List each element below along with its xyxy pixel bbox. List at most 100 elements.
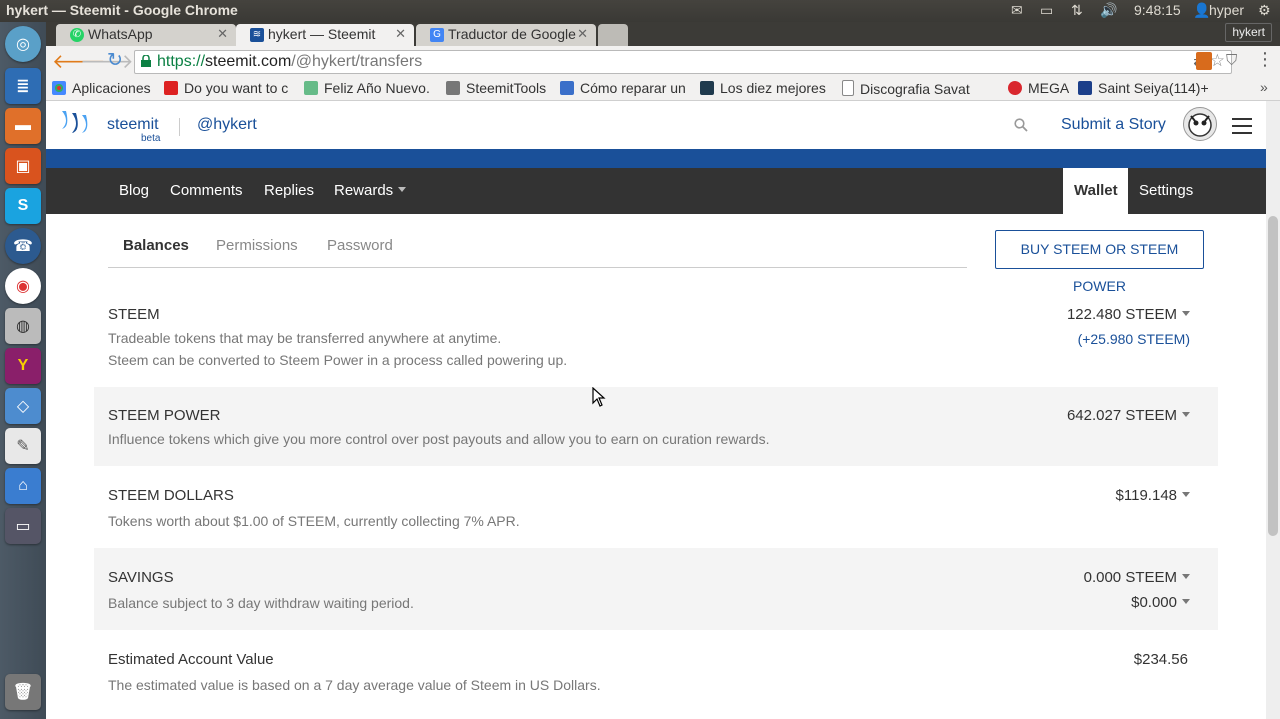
text-editor-icon[interactable]: ✎ — [5, 428, 41, 464]
star-icon[interactable]: ☆ — [1210, 51, 1225, 71]
chrome-icon[interactable]: ◉ — [5, 268, 41, 304]
profile-badge[interactable]: hykert — [1225, 23, 1272, 42]
cube-app-icon[interactable]: ◇ — [5, 388, 41, 424]
trash-icon[interactable]: 🗑 — [5, 674, 41, 710]
caret-down-icon — [1182, 311, 1190, 316]
webcam-icon[interactable]: ◍ — [5, 308, 41, 344]
balance-value-dropdown[interactable]: $0.000 — [1131, 594, 1190, 611]
subtab-password[interactable]: Password — [327, 237, 393, 254]
balance-row-estimated-value: Estimated Account Value The estimated va… — [94, 630, 1218, 719]
user-name[interactable]: hyper — [1209, 2, 1244, 18]
balance-value-dropdown[interactable]: $119.148 — [1116, 487, 1190, 504]
more-bookmarks-icon[interactable]: » — [1260, 79, 1268, 95]
nav-comments[interactable]: Comments — [170, 182, 243, 199]
subtab-divider — [108, 267, 967, 268]
tab-strip: ✆ WhatsApp ✕ ≋ hykert — Steemit ✕ G Trad… — [46, 22, 1280, 46]
bookmark-site-icon — [1078, 81, 1092, 95]
scrollbar-thumb[interactable] — [1268, 216, 1278, 536]
workbench-icon[interactable]: ⌂ — [5, 468, 41, 504]
caret-down-icon — [1182, 492, 1190, 497]
caret-down-icon — [1182, 412, 1190, 417]
tab-steemit[interactable]: ≋ hykert — Steemit ✕ — [236, 24, 414, 46]
clock[interactable]: 9:48:15 — [1134, 2, 1181, 18]
pending-balance-link[interactable]: (+25.980 STEEM) — [1078, 331, 1190, 347]
bookmark-item[interactable]: Feliz Año Nuevo. — [304, 80, 432, 96]
nav-wallet-label: Wallet — [1074, 182, 1118, 199]
bookmark-label: SteemitTools — [466, 80, 547, 96]
balance-value: 0.000 STEEM — [1083, 569, 1177, 586]
nav-wallet-tab[interactable]: Wallet — [1063, 168, 1128, 214]
files-icon[interactable]: ▬ — [5, 108, 41, 144]
nav-rewards[interactable]: Rewards — [334, 182, 407, 199]
shield-icon[interactable]: ⛉ — [1226, 52, 1237, 69]
chrome-menu-icon[interactable]: ⋮ — [1256, 49, 1274, 70]
balance-description: Influence tokens which give you more con… — [108, 431, 770, 447]
subtab-permissions[interactable]: Permissions — [216, 237, 298, 254]
search-icon[interactable] — [1014, 118, 1028, 132]
balance-row-steem: STEEM Tradeable tokens that may be trans… — [94, 287, 1218, 387]
bookmark-item[interactable]: MEGA — [1008, 80, 1069, 96]
extension-icon[interactable] — [1196, 52, 1212, 70]
balance-description: Tokens worth about $1.00 of STEEM, curre… — [108, 513, 520, 529]
page-scrollbar[interactable] — [1266, 101, 1280, 719]
address-bar[interactable]: https://steemit.com/@hykert/transfers ⇄ … — [134, 50, 1232, 74]
close-icon[interactable]: ✕ — [217, 26, 228, 42]
bookmark-label: Saint Seiya(114)+ — [1098, 80, 1209, 96]
bookmark-item[interactable]: Do you want to c — [164, 80, 294, 96]
balance-value-dropdown[interactable]: 0.000 STEEM — [1084, 569, 1190, 586]
avatar-image — [1188, 113, 1212, 137]
workspace-switcher-icon[interactable]: ▭ — [5, 508, 41, 544]
caret-down-icon — [1182, 599, 1190, 604]
header-username[interactable]: @hykert — [197, 116, 257, 134]
bookmark-item[interactable]: Saint Seiya(114)+ — [1078, 80, 1256, 96]
balance-description: The estimated value is based on a 7 day … — [108, 677, 601, 693]
bookmark-item[interactable]: Aplicaciones — [52, 80, 151, 96]
battery-icon[interactable]: ▭ — [1040, 2, 1053, 19]
bookmark-label: Cómo reparar un — [580, 80, 686, 96]
dash-icon[interactable]: ◎ — [5, 26, 41, 62]
page-viewport: steemit beta @hykert Submit a Story Blog… — [46, 101, 1266, 719]
bookmark-item[interactable]: Los diez mejores — [700, 80, 828, 96]
nav-replies[interactable]: Replies — [264, 182, 314, 199]
buy-steem-button[interactable]: BUY STEEM OR STEEM POWER — [995, 230, 1204, 294]
bookmarks-bar: Aplicaciones Do you want to c Feliz Año … — [46, 78, 1280, 101]
reload-icon[interactable]: ↻ — [107, 49, 123, 72]
software-center-icon[interactable]: ▣ — [5, 148, 41, 184]
bookmark-item[interactable]: SteemitTools — [446, 80, 546, 96]
bookmark-item[interactable]: Discografia Savat — [842, 80, 996, 97]
subtab-balances[interactable]: Balances — [123, 237, 189, 254]
os-top-panel: hykert — Steemit - Google Chrome ✉ ▭ ⇅ 🔊… — [0, 0, 1280, 22]
steemit-logo-icon[interactable] — [58, 107, 94, 141]
balance-title: SAVINGS — [108, 569, 174, 586]
tab-translate[interactable]: G Traductor de Google ✕ — [416, 24, 596, 46]
phone-icon[interactable]: ☎ — [5, 228, 41, 264]
new-tab-button[interactable] — [598, 24, 628, 46]
mail-icon[interactable]: ✉ — [1011, 2, 1023, 19]
balance-row-steem-dollars: STEEM DOLLARS Tokens worth about $1.00 o… — [94, 466, 1218, 548]
close-icon[interactable]: ✕ — [577, 26, 588, 42]
brand-name[interactable]: steemit — [107, 116, 159, 134]
network-icon[interactable]: ⇅ — [1071, 2, 1083, 19]
gear-icon[interactable]: ⚙ — [1258, 2, 1271, 19]
balance-title: STEEM POWER — [108, 407, 221, 424]
document-viewer-icon[interactable]: ≣ — [5, 68, 41, 104]
volume-icon[interactable]: 🔊 — [1100, 2, 1117, 19]
yahoo-icon[interactable]: Y — [5, 348, 41, 384]
bookmark-item[interactable]: Cómo reparar un — [560, 80, 690, 96]
balance-value: 642.027 STEEM — [1066, 407, 1177, 424]
nav-settings[interactable]: Settings — [1139, 182, 1193, 199]
balance-value: $234.56 — [1133, 651, 1188, 668]
tab-whatsapp[interactable]: ✆ WhatsApp ✕ — [56, 24, 236, 46]
browser-toolbar: 🡐 🡒 ↻ https://steemit.com/@hykert/transf… — [46, 46, 1280, 78]
user-icon[interactable]: 👤 — [1193, 2, 1210, 19]
hamburger-menu-icon[interactable] — [1232, 118, 1252, 134]
balance-value-dropdown[interactable]: 642.027 STEEM — [1067, 407, 1190, 424]
nav-blog[interactable]: Blog — [119, 182, 149, 199]
avatar[interactable] — [1183, 107, 1217, 141]
submit-story-link[interactable]: Submit a Story — [1061, 116, 1166, 134]
skype-icon[interactable]: S — [5, 188, 41, 224]
balance-title: STEEM — [108, 306, 160, 323]
maple-leaf-icon — [164, 81, 178, 95]
close-icon[interactable]: ✕ — [395, 26, 406, 42]
balance-value-dropdown[interactable]: 122.480 STEEM — [1067, 306, 1190, 323]
